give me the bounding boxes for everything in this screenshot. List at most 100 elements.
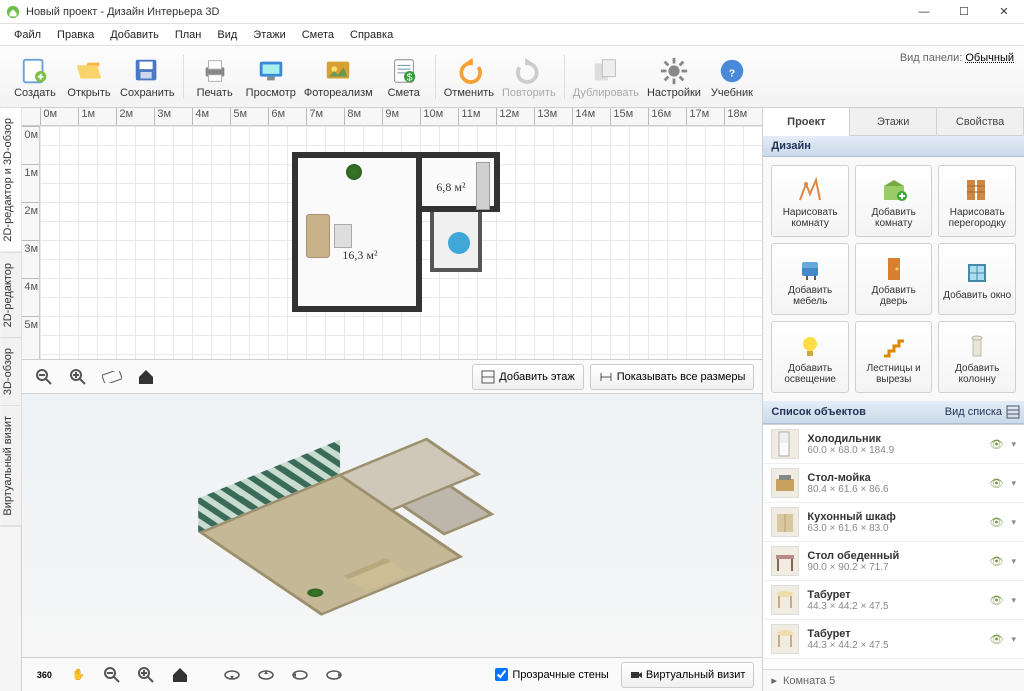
undo-icon	[454, 55, 484, 87]
toolbar-open-button[interactable]: Открыть	[62, 50, 116, 104]
vtab-2d[interactable]: 2D-редактор	[0, 253, 21, 338]
toolbar-undo-button[interactable]: Отменить	[440, 50, 498, 104]
menu-file[interactable]: Файл	[8, 27, 47, 43]
room-living[interactable]: 16,3 м²	[292, 152, 422, 312]
title-bar: Новый проект - Дизайн Интерьера 3D — ☐ ✕	[0, 0, 1024, 24]
orbit-right-button[interactable]	[320, 662, 348, 688]
menu-floors[interactable]: Этажи	[247, 27, 291, 43]
object-list[interactable]: Холодильник60.0 × 68.0 × 184.9👁▾Стол-мой…	[763, 424, 1024, 669]
design-tool-8[interactable]: Добавить колонну	[938, 321, 1016, 393]
main-toolbar: Вид панели: Обычный СоздатьОткрытьСохран…	[0, 46, 1024, 108]
design-tool-icon	[963, 256, 991, 290]
object-item-3[interactable]: Стол обеденный90.0 × 90.2 × 71.7👁▾	[763, 542, 1024, 581]
tilt-up-button[interactable]	[252, 662, 280, 688]
close-button[interactable]: ✕	[984, 0, 1024, 24]
expand-icon[interactable]: ▾	[1011, 556, 1016, 567]
tilt-down-button[interactable]	[218, 662, 246, 688]
design-tool-2[interactable]: Нарисовать перегородку	[938, 165, 1016, 237]
panel-view-link[interactable]: Обычный	[965, 52, 1014, 64]
object-list-header: Список объектов Вид списка	[763, 401, 1024, 424]
design-tool-3[interactable]: Добавить мебель	[771, 243, 849, 315]
rtab-project[interactable]: Проект	[763, 108, 850, 136]
plan-2d-toolbar: Добавить этаж Показывать все размеры	[22, 360, 762, 394]
menu-estimate[interactable]: Смета	[296, 27, 340, 43]
orbit-left-button[interactable]	[286, 662, 314, 688]
design-tool-7[interactable]: Лестницы и вырезы	[855, 321, 933, 393]
room-area-label: 16,3 м²	[342, 248, 377, 263]
zoom-out-button[interactable]	[30, 364, 58, 390]
design-tool-5[interactable]: Добавить окно	[938, 243, 1016, 315]
help-icon: ?	[717, 55, 747, 87]
toolbar-preview-button[interactable]: Просмотр	[242, 50, 300, 104]
zoom-in-3d-button[interactable]	[132, 662, 160, 688]
expand-icon[interactable]: ▾	[1011, 478, 1016, 489]
show-dimensions-button[interactable]: Показывать все размеры	[590, 364, 755, 390]
vtab-2d-3d[interactable]: 2D-редактор и 3D-обзор	[0, 108, 21, 253]
visibility-icon[interactable]: 👁	[990, 633, 1004, 646]
plan-2d-view[interactable]: 0м1м2м3м4м5м6м7м8м9м10м11м12м13м14м15м16…	[22, 108, 762, 360]
view-3d[interactable]	[22, 394, 762, 657]
visibility-icon[interactable]: 👁	[990, 477, 1004, 490]
toilet-icon[interactable]	[448, 232, 470, 254]
menu-edit[interactable]: Правка	[51, 27, 100, 43]
zoom-out-3d-button[interactable]	[98, 662, 126, 688]
kitchen-area-label: 6,8 м²	[436, 180, 465, 195]
estimate-icon: $	[389, 55, 419, 87]
list-view-icon[interactable]	[1006, 405, 1020, 419]
kitchen-counter-icon[interactable]	[476, 162, 490, 210]
expand-icon[interactable]: ▾	[1011, 517, 1016, 528]
vtab-virtual[interactable]: Виртуальный визит	[0, 406, 21, 527]
rtab-floors[interactable]: Этажи	[850, 108, 937, 135]
object-item-2[interactable]: Кухонный шкаф63.0 × 61.6 × 83.0👁▾	[763, 503, 1024, 542]
measure-button[interactable]	[98, 364, 126, 390]
rtab-properties[interactable]: Свойства	[937, 108, 1024, 135]
visibility-icon[interactable]: 👁	[990, 594, 1004, 607]
expand-icon[interactable]: ▾	[1011, 634, 1016, 645]
toolbar-save-button[interactable]: Сохранить	[116, 50, 179, 104]
design-tool-0[interactable]: Нарисовать комнату	[771, 165, 849, 237]
sofa-3d-icon[interactable]	[349, 561, 410, 591]
room-bath[interactable]	[430, 212, 482, 272]
transparent-walls-checkbox[interactable]: Прозрачные стены	[489, 668, 614, 681]
design-tool-icon	[963, 173, 991, 207]
vtab-3d[interactable]: 3D-обзор	[0, 338, 21, 406]
menu-add[interactable]: Добавить	[104, 27, 165, 43]
object-item-4[interactable]: Табурет44.3 × 44.2 × 47.5👁▾	[763, 581, 1024, 620]
menu-plan[interactable]: План	[169, 27, 208, 43]
virtual-visit-button[interactable]: Виртуальный визит	[621, 662, 755, 688]
design-tool-1[interactable]: Добавить комнату	[855, 165, 933, 237]
object-item-0[interactable]: Холодильник60.0 × 68.0 × 184.9👁▾	[763, 425, 1024, 464]
maximize-button[interactable]: ☐	[944, 0, 984, 24]
room-kitchen[interactable]: 6,8 м²	[422, 152, 500, 212]
toolbar-estimate-button[interactable]: $Смета	[377, 50, 431, 104]
zoom-in-button[interactable]	[64, 364, 92, 390]
expand-icon[interactable]: ▾	[1011, 439, 1016, 450]
home-button[interactable]	[132, 364, 160, 390]
object-item-1[interactable]: Стол-мойка80.4 × 61.6 × 86.6👁▾	[763, 464, 1024, 503]
expand-icon[interactable]: ▾	[1011, 595, 1016, 606]
footer-room-row[interactable]: ▸Комната 5	[763, 669, 1024, 691]
toolbar-print-button[interactable]: Печать	[188, 50, 242, 104]
toolbar-help-button[interactable]: ?Учебник	[705, 50, 759, 104]
menu-view[interactable]: Вид	[211, 27, 243, 43]
object-thumb-icon	[771, 468, 799, 498]
menu-help[interactable]: Справка	[344, 27, 399, 43]
home-3d-button[interactable]	[166, 662, 194, 688]
rotate-360-button[interactable]: 360	[30, 662, 58, 688]
toolbar-photoreal-button[interactable]: Фотореализм	[300, 50, 377, 104]
visibility-icon[interactable]: 👁	[990, 438, 1004, 451]
object-item-5[interactable]: Табурет44.3 × 44.2 × 47.5👁▾	[763, 620, 1024, 659]
visibility-icon[interactable]: 👁	[990, 516, 1004, 529]
sofa-icon[interactable]	[306, 214, 330, 258]
minimize-button[interactable]: —	[904, 0, 944, 24]
svg-text:$: $	[406, 72, 412, 83]
pan-button[interactable]: ✋	[64, 662, 92, 688]
toolbar-settings-button[interactable]: Настройки	[643, 50, 705, 104]
add-floor-button[interactable]: Добавить этаж	[472, 364, 583, 390]
design-tool-4[interactable]: Добавить дверь	[855, 243, 933, 315]
table-icon[interactable]	[334, 224, 352, 248]
design-tool-6[interactable]: Добавить освещение	[771, 321, 849, 393]
visibility-icon[interactable]: 👁	[990, 555, 1004, 568]
design-section-header: Дизайн	[763, 136, 1024, 157]
toolbar-create-button[interactable]: Создать	[8, 50, 62, 104]
